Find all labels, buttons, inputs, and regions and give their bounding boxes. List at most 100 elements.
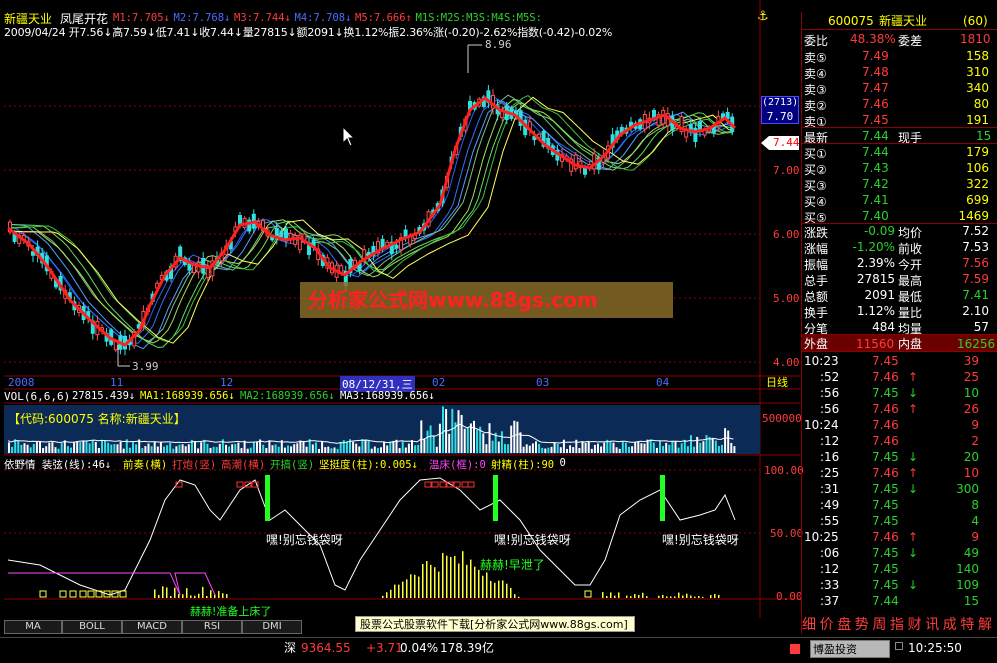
tick-row[interactable]: :55 7.45 4 bbox=[802, 513, 995, 529]
volume-bar bbox=[593, 444, 596, 453]
quote-menu-item[interactable]: 细 bbox=[802, 618, 816, 632]
indicator-bar bbox=[618, 592, 620, 598]
volume-bar bbox=[209, 447, 212, 453]
tick-row[interactable]: :31 7.45 ↓ 300 bbox=[802, 481, 995, 497]
date-label: 04 bbox=[656, 376, 670, 389]
volume-legend-item: MA3:168939.656↓ bbox=[340, 390, 435, 402]
watermark-box: 分析家公式网www.88gs.com bbox=[300, 282, 673, 318]
volume-bar bbox=[169, 442, 172, 453]
tick-row[interactable]: :56 7.45 ↓ 10 bbox=[802, 385, 995, 401]
period-label[interactable]: 日线 bbox=[766, 376, 788, 390]
volume-bar bbox=[380, 447, 382, 453]
current-price-value: 7.44 bbox=[773, 136, 800, 149]
broker-name[interactable]: 博盈投资 bbox=[813, 643, 857, 657]
low-price-label: 3.99 bbox=[132, 360, 159, 373]
indicator-bar bbox=[166, 587, 168, 598]
tick-time: :12 bbox=[820, 434, 840, 448]
volume-bar bbox=[225, 444, 227, 453]
tick-row[interactable]: 10:23 7.45 39 bbox=[802, 353, 995, 369]
volume-bar bbox=[215, 447, 218, 453]
indicator-bar bbox=[518, 596, 520, 598]
tab-rsi[interactable]: RSI bbox=[182, 620, 242, 634]
tab-macd[interactable]: MACD bbox=[122, 620, 182, 634]
quote-level-row[interactable]: 卖⑤ 7.49 158 bbox=[802, 48, 995, 65]
volume-bar bbox=[640, 443, 643, 453]
arrow-down-icon: ↓ bbox=[908, 546, 919, 560]
indicator-bar bbox=[682, 595, 684, 598]
outer-value: 11560 bbox=[856, 337, 895, 351]
quote-menu-item[interactable]: 讯 bbox=[925, 618, 939, 632]
quote-level-row[interactable]: 卖③ 7.47 340 bbox=[802, 80, 995, 97]
tick-row[interactable]: :37 7.44 15 bbox=[802, 593, 995, 609]
tick-row[interactable]: 10:24 7.46 9 bbox=[802, 417, 995, 433]
stat-value: 484 bbox=[872, 320, 895, 334]
volume-bar bbox=[339, 442, 342, 453]
volume-bar bbox=[274, 444, 277, 453]
tick-volume: 2 bbox=[971, 434, 979, 448]
volume-bar bbox=[141, 448, 144, 453]
volume-bar bbox=[628, 446, 630, 453]
quote-menu-item[interactable]: 价 bbox=[820, 618, 834, 632]
tick-time: :56 bbox=[820, 386, 840, 400]
volume-bar bbox=[147, 443, 150, 453]
indicator-bar bbox=[186, 588, 188, 598]
volume-bar bbox=[500, 431, 503, 453]
arrow-up-icon: ↑ bbox=[908, 466, 919, 480]
tick-price: 7.45 bbox=[872, 386, 899, 400]
indicator-bar bbox=[402, 581, 404, 598]
quote-level-row[interactable]: 卖② 7.46 80 bbox=[802, 96, 995, 113]
indicator-bar bbox=[602, 592, 604, 598]
tick-volume: 109 bbox=[956, 578, 979, 592]
indicator-legend-item: 0 bbox=[559, 457, 566, 469]
volume-bar bbox=[631, 446, 634, 453]
quote-menu-item[interactable]: 成 bbox=[943, 618, 957, 632]
quote-level-row[interactable]: 买⑤ 7.40 1469 bbox=[802, 208, 995, 225]
indicator-bar bbox=[698, 596, 700, 598]
ad-banner[interactable]: 股票公式股票软件下载[分析家公式网www.88gs.com] bbox=[355, 616, 635, 632]
quote-menu-item[interactable]: 势 bbox=[855, 618, 869, 632]
volume-bar bbox=[584, 442, 587, 453]
quote-menu-item[interactable]: 周 bbox=[872, 618, 886, 632]
tick-row[interactable]: 10:25 7.46 ↑ 9 bbox=[802, 529, 995, 545]
quote-menu-item[interactable]: 特 bbox=[960, 618, 974, 632]
volume-bar bbox=[401, 441, 404, 453]
quote-level-row[interactable]: 买② 7.43 106 bbox=[802, 160, 995, 177]
stat-value: -0.09 bbox=[863, 224, 895, 238]
quote-level-row[interactable]: 买④ 7.41 699 bbox=[802, 192, 995, 209]
volume-bar bbox=[531, 443, 534, 453]
quote-menu-item[interactable]: 财 bbox=[908, 618, 922, 632]
volume-bar bbox=[150, 446, 153, 453]
quote-menu-item[interactable]: 指 bbox=[890, 618, 904, 632]
quote-level-row[interactable]: 买③ 7.42 322 bbox=[802, 176, 995, 193]
tick-row[interactable]: :06 7.45 ↓ 49 bbox=[802, 545, 995, 561]
date-label: 11 bbox=[110, 376, 124, 389]
quote-level-row[interactable]: 买① 7.44 179 bbox=[802, 144, 995, 161]
broker-box[interactable]: 博盈投资 bbox=[810, 640, 890, 658]
volume-bar bbox=[417, 444, 420, 453]
tab-boll[interactable]: BOLL bbox=[62, 620, 122, 634]
kline-chart[interactable] bbox=[0, 0, 800, 663]
indicator-bar bbox=[426, 561, 428, 598]
indicator-red-box bbox=[431, 481, 439, 488]
tab-ma[interactable]: MA bbox=[4, 620, 62, 634]
quote-menu-item[interactable]: 解 bbox=[978, 618, 992, 632]
quote-level-row[interactable]: 卖① 7.45 191 bbox=[802, 112, 995, 129]
tick-row[interactable]: :12 7.45 140 bbox=[802, 561, 995, 577]
tick-row[interactable]: :49 7.45 8 bbox=[802, 497, 995, 513]
ad-banner-text[interactable]: 股票公式股票软件下载[分析家公式网www.88gs.com] bbox=[360, 618, 628, 632]
green-column bbox=[493, 475, 498, 521]
status-bar: 深 9364.55 +3.71 0.04% 178.39亿 博盈投资 10:25… bbox=[0, 637, 997, 663]
tab-dmi[interactable]: DMI bbox=[242, 620, 302, 634]
quote-level-row[interactable]: 卖④ 7.48 310 bbox=[802, 64, 995, 81]
tick-row[interactable]: :12 7.46 2 bbox=[802, 433, 995, 449]
volume-bar bbox=[398, 448, 401, 453]
tick-row[interactable]: :56 7.46 ↑ 26 bbox=[802, 401, 995, 417]
tick-row[interactable]: :33 7.45 ↓ 109 bbox=[802, 577, 995, 593]
quote-level-price: 7.40 bbox=[862, 209, 889, 223]
tick-row[interactable]: :16 7.45 ↓ 20 bbox=[802, 449, 995, 465]
quote-menu-item[interactable]: 盘 bbox=[837, 618, 851, 632]
tick-row[interactable]: :52 7.46 ↑ 25 bbox=[802, 369, 995, 385]
volume-bar bbox=[659, 440, 661, 453]
volume-bar bbox=[519, 432, 522, 453]
tick-row[interactable]: :25 7.46 ↑ 10 bbox=[802, 465, 995, 481]
